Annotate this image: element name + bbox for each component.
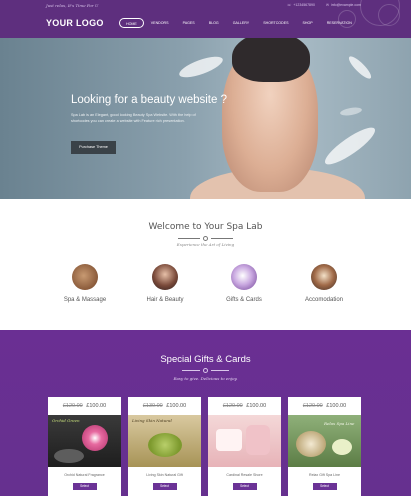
new-price: £100.00	[246, 403, 267, 409]
gift-box	[216, 429, 242, 451]
service-label: Accomodation	[304, 297, 344, 303]
service-gifts-cards[interactable]: Gifts & Cards	[204, 264, 284, 303]
nav-item-gallery[interactable]: GALLERY	[226, 18, 257, 28]
feather-decoration	[176, 52, 226, 82]
accomodation-icon	[311, 264, 337, 290]
phone-text: +1234567890	[293, 3, 315, 7]
divider-dot	[203, 367, 208, 373]
phone-icon: ☏	[287, 3, 292, 7]
spa-flower	[332, 439, 352, 455]
divider-line	[211, 237, 233, 239]
service-spa-massage[interactable]: Spa & Massage	[45, 264, 125, 303]
site-logo[interactable]: YOUR LOGO	[46, 18, 104, 28]
service-accomodation[interactable]: Accomodation	[284, 264, 364, 303]
purchase-theme-button[interactable]: Purchase Theme	[71, 141, 116, 154]
select-button[interactable]: Select	[232, 483, 257, 490]
nav-item-vendors[interactable]: VENDORS	[144, 18, 176, 28]
welcome-title: Welcome to Your Spa Lab	[148, 222, 263, 232]
gift-card: £120.00 £100.00 Cardinal Resale Shore Se…	[208, 397, 281, 496]
new-price: £100.00	[86, 403, 107, 409]
gift-card: £120.00 £100.00 Relax Spa Line Relax Gif…	[288, 397, 361, 496]
service-hair-beauty[interactable]: Hair & Beauty	[125, 264, 205, 303]
gifts-section: Special Gifts & Cards Easy to give. Deli…	[0, 330, 411, 496]
gift-price: £120.00 £100.00	[208, 397, 281, 415]
orchid-flower	[82, 425, 108, 451]
hero-title: Looking for a beauty website ?	[71, 94, 227, 106]
feather-decoration	[346, 53, 374, 82]
feather-decoration	[339, 106, 363, 117]
gift-image[interactable]: Living Skin Natural	[128, 415, 201, 467]
hero-slider: Looking for a beauty website ? Spa Lab i…	[0, 38, 411, 199]
new-price: £100.00	[326, 403, 347, 409]
gift-card: £130.00 £100.00 Living Skin Natural Livi…	[128, 397, 201, 496]
gift-name: Relax Gift Spa Line	[309, 473, 340, 477]
main-nav: HOME VENDORS PAGES BLOG GALLERY SHORTCOD…	[119, 18, 359, 28]
spa-bowl	[296, 431, 326, 457]
tagline: Just relax, It's Time For U	[46, 3, 99, 8]
section-divider	[0, 235, 411, 241]
select-button[interactable]: Select	[72, 483, 97, 490]
decorative-circle	[378, 4, 400, 26]
gift-image-caption: Orchid Green	[52, 418, 80, 423]
gift-image-caption: Living Skin Natural	[132, 418, 172, 423]
gifts-title: Special Gifts & Cards	[160, 354, 251, 365]
hero-description: Spa Lab is an Elegant, good looking Beau…	[71, 113, 196, 124]
divider-line	[182, 369, 200, 371]
old-price: £130.00	[142, 403, 163, 409]
new-price: £100.00	[166, 403, 187, 409]
gift-price: £120.00 £100.00	[48, 397, 121, 415]
nav-item-blog[interactable]: BLOG	[202, 18, 226, 28]
gift-card: £120.00 £100.00 Orchid Green Orchid Natu…	[48, 397, 121, 496]
gift-price: £120.00 £100.00	[288, 397, 361, 415]
old-price: £120.00	[62, 403, 83, 409]
herbal-product	[148, 433, 182, 457]
gift-image[interactable]: Relax Spa Line	[288, 415, 361, 467]
divider-line	[211, 369, 229, 371]
select-button[interactable]: Select	[152, 483, 177, 490]
gift-name: Living Skin Natural Gift	[146, 473, 183, 477]
gift-name: Orchid Natural Fragrance	[64, 473, 105, 477]
email-contact[interactable]: ✉ info@example.com	[326, 3, 361, 7]
gift-image[interactable]: Orchid Green	[48, 415, 121, 467]
phone-contact[interactable]: ☏ +1234567890	[287, 3, 315, 7]
divider-line	[178, 237, 200, 239]
gifts-cards-icon	[231, 264, 257, 290]
mail-icon: ✉	[326, 3, 329, 7]
section-divider	[0, 367, 411, 373]
gift-price: £130.00 £100.00	[128, 397, 201, 415]
service-label: Spa & Massage	[63, 297, 107, 303]
old-price: £120.00	[302, 403, 323, 409]
gift-image-caption: Relax Spa Line	[324, 421, 355, 426]
nav-item-home[interactable]: HOME	[119, 18, 144, 28]
nav-item-pages[interactable]: PAGES	[176, 18, 202, 28]
nav-item-reservation[interactable]: RESERVATION	[320, 18, 359, 28]
service-label: Gifts & Cards	[226, 297, 262, 303]
hero-model-hair	[232, 38, 310, 82]
nav-item-shop[interactable]: SHOP	[296, 18, 320, 28]
email-text: info@example.com	[330, 3, 361, 7]
welcome-subtitle: Experience the Art of Living	[176, 242, 235, 247]
gift-image[interactable]	[208, 415, 281, 467]
gifts-subtitle: Easy to give. Delicious to enjoy.	[173, 376, 238, 381]
service-label: Hair & Beauty	[146, 297, 184, 303]
gift-name: Cardinal Resale Shore	[226, 473, 263, 477]
spa-massage-icon	[72, 264, 98, 290]
top-header: Just relax, It's Time For U ☏ +123456789…	[0, 0, 411, 38]
feather-decoration	[320, 122, 380, 170]
gift-bottle	[246, 425, 270, 455]
hair-beauty-icon	[152, 264, 178, 290]
select-button[interactable]: Select	[312, 483, 337, 490]
nav-item-shortcodes[interactable]: SHORTCODES	[256, 18, 295, 28]
divider-dot	[203, 235, 208, 241]
old-price: £120.00	[222, 403, 243, 409]
spa-stone	[54, 449, 84, 463]
